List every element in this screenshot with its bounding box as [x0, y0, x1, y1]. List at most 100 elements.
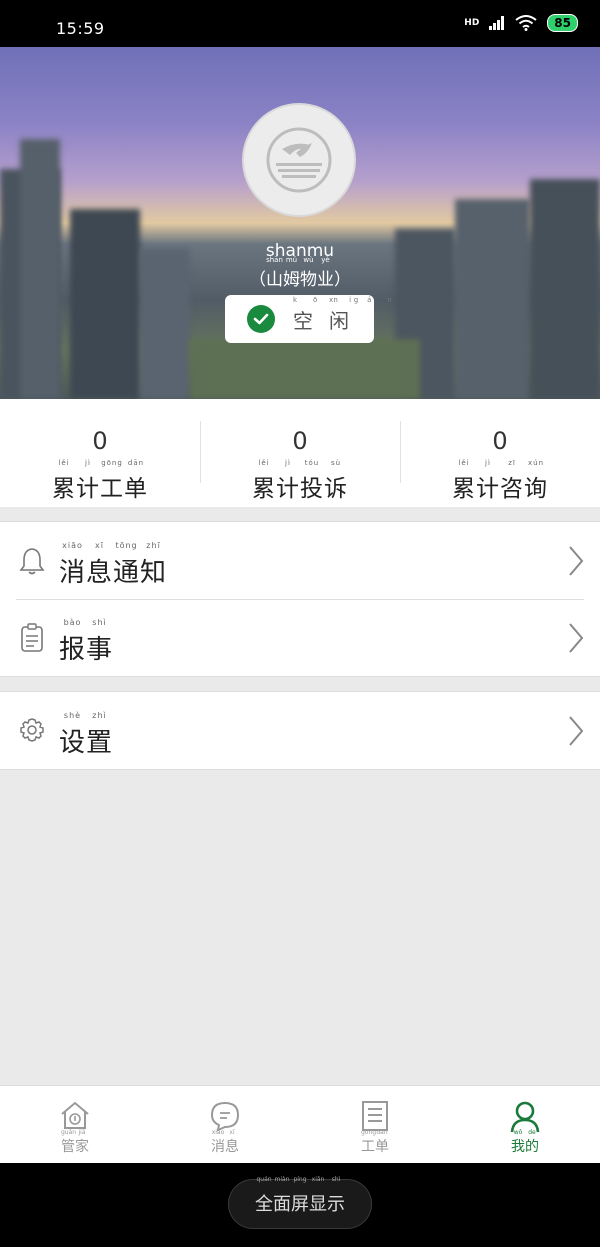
- character: 置 zhì: [86, 711, 114, 758]
- status-bar: 15:59 HD 85: [0, 0, 600, 47]
- character: 单 dān: [375, 1129, 389, 1155]
- character: 息 xī: [86, 541, 114, 588]
- company-logo-icon: [266, 127, 332, 193]
- pinyin: xiǎn: [311, 1176, 325, 1183]
- menu-item-report[interactable]: 报 bào 事 shì: [0, 599, 600, 676]
- profile-header: shanmu （山 shān 姆 mǔ 物 wù 业 yè） 空 kōng 闲 xián: [0, 47, 600, 399]
- pinyin: shì: [92, 618, 107, 627]
- pinyin: wǒ: [513, 1129, 523, 1136]
- tab-label: 管 guǎn 家 jiā: [0, 1129, 150, 1156]
- tab-label: 消 xiāo 息 xī: [150, 1129, 300, 1156]
- character: 全 quán: [255, 1176, 273, 1215]
- character: 的 de: [525, 1129, 539, 1155]
- character: 业 yè: [317, 256, 334, 290]
- pinyin: xī: [95, 541, 104, 550]
- character: 累 lěi: [452, 459, 476, 502]
- pinyin: yè: [321, 256, 330, 264]
- tab-mine[interactable]: 我 wǒ 的 de: [450, 1086, 600, 1164]
- pinyin: gōng: [101, 459, 123, 467]
- pinyin: sù: [330, 459, 342, 467]
- tab-messages[interactable]: 消 xiāo 息 xī: [150, 1086, 300, 1164]
- menu-item-notifications[interactable]: 消 xiāo 息 xī 通 tōng 知 zhī: [0, 522, 600, 599]
- character: 工 gōng: [361, 1129, 377, 1155]
- menu-label: 消 xiāo 息 xī 通 tōng 知 zhī: [59, 541, 168, 589]
- character: 累 lěi: [252, 459, 276, 502]
- tab-label: 工 gōng 单 dān: [300, 1129, 450, 1156]
- check-icon: [247, 305, 275, 333]
- pinyin: shān: [266, 256, 283, 264]
- menu-label: 设 shè 置 zhì: [59, 711, 114, 759]
- work-status-button[interactable]: 空 kōng 闲 xián: [225, 295, 392, 343]
- pinyin: shì: [331, 1176, 341, 1183]
- pinyin: xiāo: [62, 541, 83, 550]
- stat-value: 0: [92, 427, 108, 455]
- home-icon: [61, 1101, 89, 1129]
- bell-icon: [19, 548, 45, 575]
- character: 息 xī: [225, 1129, 239, 1155]
- tab-label: 我 wǒ 的 de: [450, 1129, 600, 1156]
- character: 消 xiāo: [59, 541, 87, 588]
- character: 我 wǒ: [511, 1129, 525, 1155]
- character: （: [249, 270, 266, 290]
- character: 屏 píng: [291, 1176, 309, 1215]
- character: 消 xiāo: [211, 1129, 225, 1155]
- work-status-label: 空 kōng 闲 xián: [293, 296, 392, 334]
- battery-indicator: 85: [547, 14, 578, 32]
- stat-complaints[interactable]: 0 累 lěi 计 jì 投 tóu 诉 sù: [200, 399, 400, 507]
- menu-item-settings[interactable]: 设 shè 置 zhì: [0, 692, 600, 769]
- status-time: 15:59: [56, 19, 105, 38]
- company-name: （山 shān 姆 mǔ 物 wù 业 yè）: [0, 256, 600, 290]
- chevron-right-icon: [569, 716, 584, 746]
- character: 设 shè: [59, 711, 87, 758]
- character: 咨 zī: [500, 459, 524, 502]
- stat-label: 累 lěi 计 jì 工 gōng 单 dān: [0, 459, 200, 503]
- stat-work-orders[interactable]: 0 累 lěi 计 jì 工 gōng 单 dān: [0, 399, 200, 507]
- stat-consultations[interactable]: 0 累 lěi 计 jì 咨 zī 询 xún: [400, 399, 600, 507]
- character: 工 gōng: [100, 459, 124, 502]
- work-order-icon: [362, 1101, 388, 1131]
- character: 事 shì: [86, 618, 114, 665]
- pinyin: gōng: [361, 1129, 377, 1136]
- character: 通 tōng: [113, 541, 141, 588]
- fullscreen-button[interactable]: 全 quán 面 miàn 屏 píng 显 xiǎn 示 shì: [228, 1176, 372, 1229]
- character: 报 bào: [59, 618, 87, 665]
- tab-home[interactable]: 管 guǎn 家 jiā: [0, 1086, 150, 1164]
- pinyin: shè: [63, 711, 82, 720]
- character: 计 jì: [76, 459, 100, 502]
- pinyin: bào: [63, 618, 82, 627]
- signal-icon: [489, 16, 505, 30]
- stat-label: 累 lěi 计 jì 投 tóu 诉 sù: [200, 459, 400, 503]
- character: 计 jì: [476, 459, 500, 502]
- pinyin: xún: [527, 459, 544, 467]
- character: 面 miàn: [273, 1176, 291, 1215]
- pinyin: xián: [329, 295, 408, 304]
- pinyin: tóu: [304, 459, 320, 467]
- pinyin: jì: [485, 459, 491, 467]
- character: 单 dān: [124, 459, 148, 502]
- avatar[interactable]: [242, 103, 356, 217]
- pinyin: jiā: [78, 1129, 86, 1136]
- character: 投 tóu: [300, 459, 324, 502]
- clipboard-icon: [21, 623, 43, 652]
- chevron-right-icon: [569, 623, 584, 653]
- menu-group-main: 消 xiāo 息 xī 通 tōng 知 zhī 报 bào 事 shì: [0, 521, 600, 677]
- pinyin: zhì: [92, 711, 107, 720]
- message-icon: [210, 1101, 240, 1132]
- pinyin: lěi: [258, 459, 270, 467]
- menu-group-settings: 设 shè 置 zhì: [0, 691, 600, 770]
- pinyin: zī: [508, 459, 516, 467]
- pinyin: wù: [303, 256, 314, 264]
- pinyin: guǎn: [61, 1129, 77, 1136]
- character: 山 shān: [266, 256, 283, 290]
- stat-value: 0: [292, 427, 308, 455]
- pinyin: zhī: [146, 541, 161, 550]
- character: ）: [334, 270, 351, 290]
- tab-work-orders[interactable]: 工 gōng 单 dān: [300, 1086, 450, 1164]
- menu-label: 报 bào 事 shì: [59, 618, 114, 666]
- character: 计 jì: [276, 459, 300, 502]
- system-nav-bar: 全 quán 面 miàn 屏 píng 显 xiǎn 示 shì: [0, 1163, 600, 1247]
- pinyin: jì: [285, 459, 291, 467]
- chevron-right-icon: [569, 546, 584, 576]
- pinyin: mǔ: [285, 256, 298, 264]
- character: 知 zhī: [140, 541, 168, 588]
